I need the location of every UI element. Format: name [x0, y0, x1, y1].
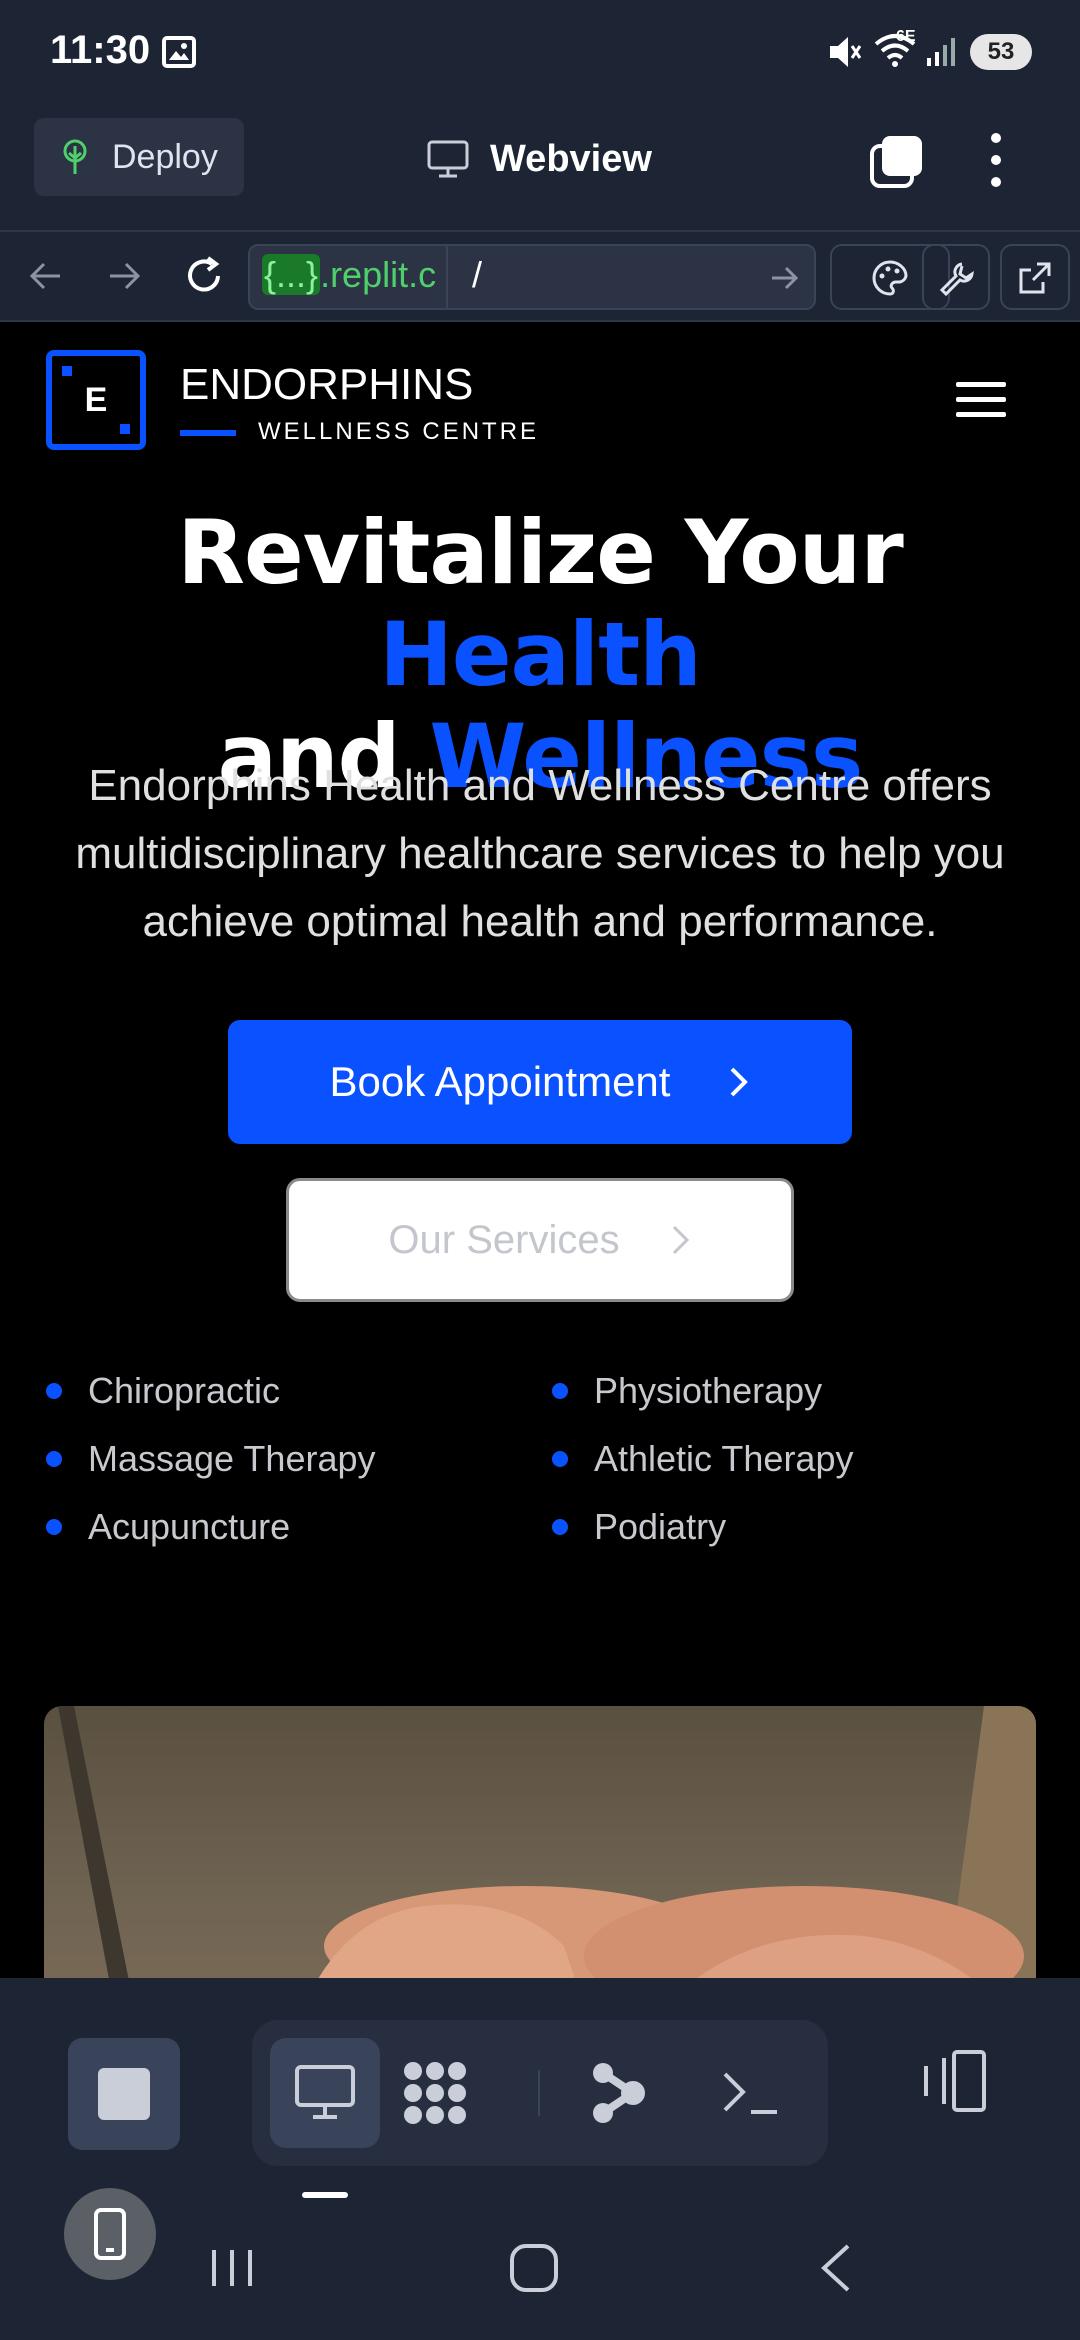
tool-switcher — [252, 2020, 828, 2166]
reload-icon[interactable] — [180, 252, 228, 300]
git-tool-button[interactable] — [564, 2038, 674, 2148]
network-type: 6E — [896, 28, 916, 45]
recents-icon[interactable] — [202, 2240, 262, 2296]
git-icon — [593, 2063, 645, 2123]
url-input[interactable]: {...}.replit.c / — [248, 244, 816, 310]
hero-photo — [44, 1706, 1036, 1978]
deploy-label: Deploy — [112, 137, 218, 176]
layout-button[interactable] — [916, 2032, 996, 2132]
hero-description: Endorphins Health and Wellness Centre of… — [75, 761, 1005, 946]
gallery-icon — [162, 36, 196, 68]
webview-page: E ENDORPHINS WELLNESS CENTRE Revitalize … — [0, 322, 1080, 1978]
external-link-icon — [1019, 262, 1051, 294]
chevron-right-icon — [731, 1067, 749, 1097]
tabs-icon[interactable] — [868, 134, 924, 190]
back-nav-icon[interactable] — [808, 2240, 868, 2296]
tool-divider — [538, 2070, 540, 2116]
logo-corner-dot — [120, 424, 130, 434]
home-icon[interactable] — [504, 2240, 564, 2296]
bullet — [46, 1451, 62, 1467]
bottom-toolbar — [0, 1978, 1080, 2340]
palette-icon — [872, 260, 908, 296]
url-host: {...}.replit.c — [262, 254, 437, 295]
brand-accent-line — [180, 430, 236, 436]
service-item: Chiropractic — [46, 1370, 280, 1412]
more-icon[interactable] — [986, 130, 1006, 190]
tools-button[interactable] — [922, 244, 990, 310]
shell-icon — [723, 2072, 777, 2114]
layout-icon — [924, 2050, 986, 2112]
replit-header: Deploy Webview — [0, 104, 1080, 230]
hero-title-accent: Health — [379, 603, 702, 706]
webview-tool-button[interactable] — [270, 2038, 380, 2148]
packages-icon — [404, 2062, 466, 2124]
url-toolbar: {...}.replit.c / — [0, 230, 1080, 322]
brand-subtitle: WELLNESS CENTRE — [258, 418, 540, 445]
book-appointment-label: Book Appointment — [329, 1058, 671, 1105]
deploy-button[interactable]: Deploy — [34, 118, 244, 196]
open-new-tab-button[interactable] — [1000, 244, 1070, 310]
active-tool-indicator — [302, 2192, 348, 2198]
bullet — [46, 1383, 62, 1399]
device-preview-button[interactable] — [64, 2188, 156, 2280]
wrench-icon — [939, 262, 974, 296]
phone-icon — [94, 2208, 126, 2260]
site-logo[interactable]: E — [46, 350, 146, 450]
panel-title-label: Webview — [490, 137, 652, 180]
webview-icon — [295, 2065, 355, 2119]
hero-title-part: Revitalize Your — [177, 501, 903, 604]
status-bar: 11:30 6E 53 — [0, 0, 1080, 104]
url-divider — [446, 246, 448, 308]
url-path: / — [472, 254, 483, 295]
mute-icon — [830, 37, 862, 67]
service-item: Athletic Therapy — [552, 1438, 853, 1480]
signal-icon — [927, 38, 955, 66]
service-item: Podiatry — [552, 1506, 726, 1548]
status-time: 11:30 — [50, 28, 151, 72]
service-item: Physiotherapy — [552, 1370, 822, 1412]
packages-tool-button[interactable] — [380, 2038, 490, 2148]
service-item: Massage Therapy — [46, 1438, 376, 1480]
bullet — [552, 1519, 568, 1535]
stop-icon — [98, 2068, 150, 2120]
service-item: Acupuncture — [46, 1506, 290, 1548]
menu-icon[interactable] — [956, 380, 1006, 420]
chevron-right-icon — [672, 1225, 689, 1255]
bullet — [552, 1383, 568, 1399]
deploy-icon — [63, 139, 87, 174]
go-icon[interactable] — [764, 258, 804, 298]
forward-icon[interactable] — [100, 252, 148, 300]
bullet — [46, 1519, 62, 1535]
monitor-icon — [427, 140, 469, 178]
bullet — [552, 1451, 568, 1467]
our-services-button[interactable]: Our Services — [286, 1178, 794, 1302]
panel-title: Webview — [426, 132, 652, 186]
battery-indicator: 53 — [970, 34, 1032, 70]
brand-name: ENDORPHINS — [180, 360, 474, 409]
shell-tool-button[interactable] — [696, 2038, 806, 2148]
our-services-label: Our Services — [388, 1217, 620, 1262]
logo-corner-dot — [62, 366, 72, 376]
stop-button[interactable] — [68, 2038, 180, 2150]
book-appointment-button[interactable]: Book Appointment — [228, 1020, 852, 1144]
back-icon[interactable] — [22, 252, 70, 300]
